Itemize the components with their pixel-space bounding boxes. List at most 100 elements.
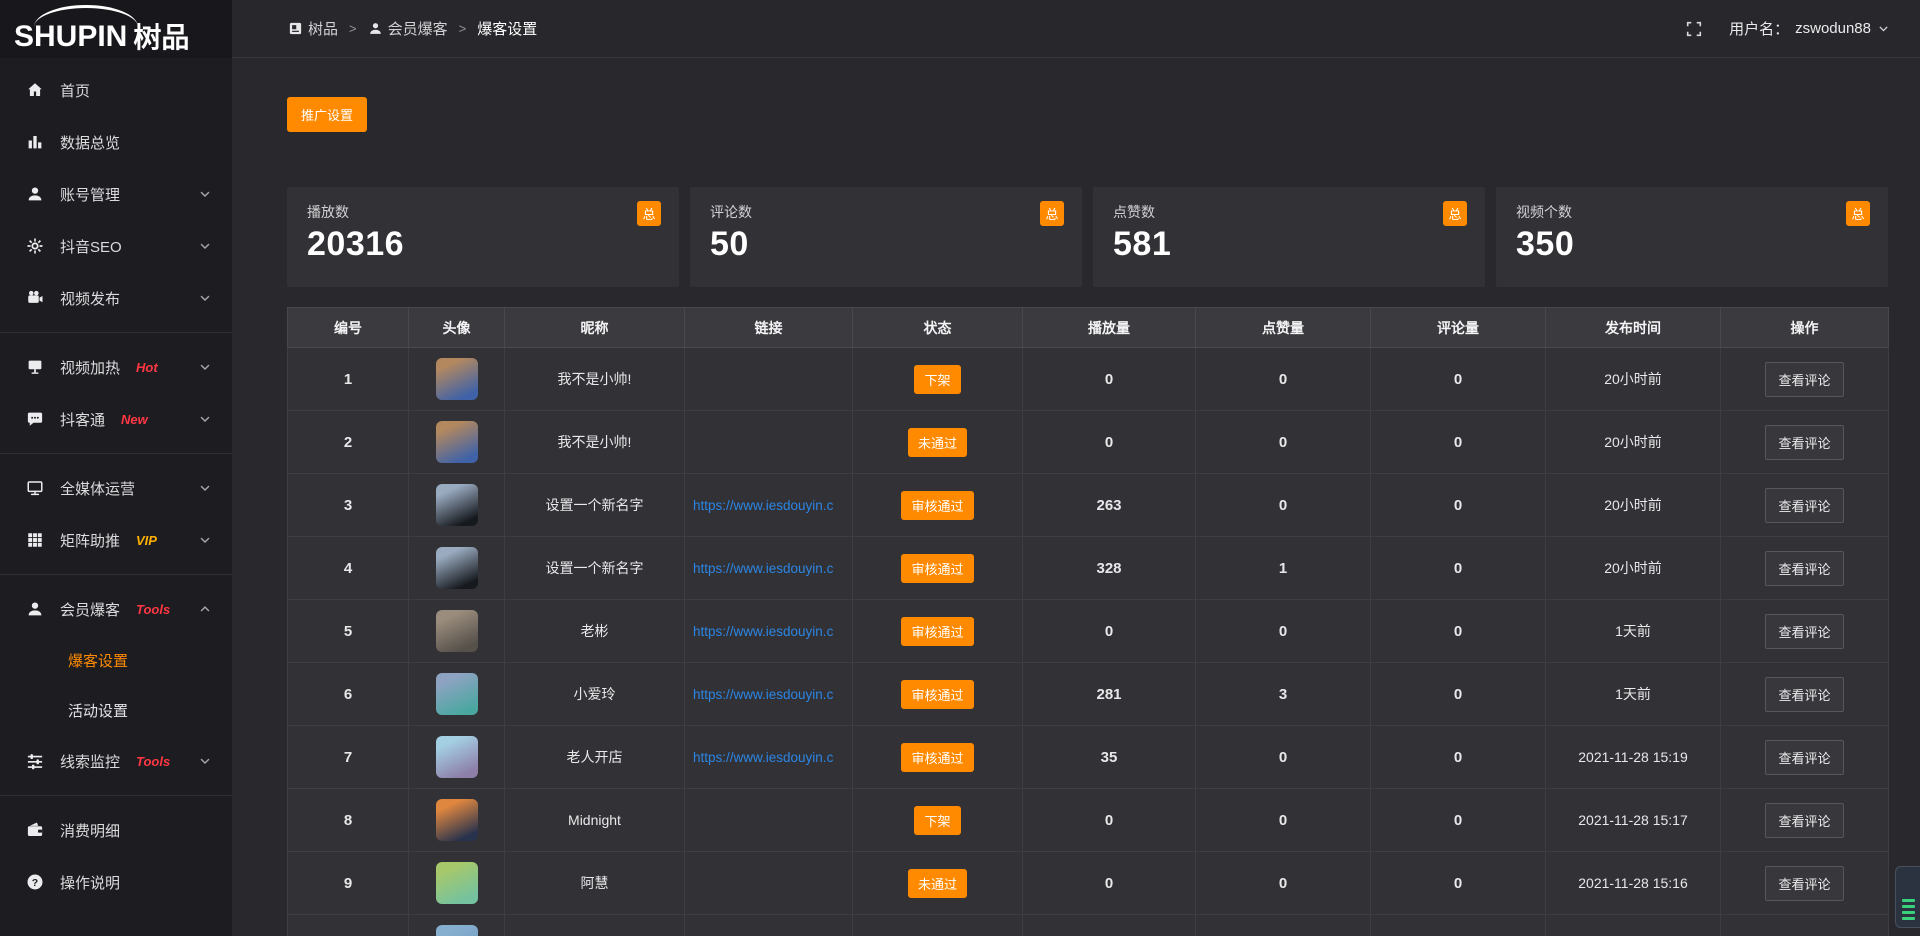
sidebar-item[interactable]: 线索监控Tools [0, 735, 232, 787]
view-comments-button[interactable]: 查看评论 [1765, 425, 1843, 460]
sidebar-item[interactable]: 矩阵助推VIP [0, 514, 232, 566]
sidebar-item-label: 视频发布 [60, 288, 120, 309]
header-right: 用户名： zswodun88 [1685, 18, 1890, 39]
table-row [288, 915, 1889, 936]
monitor-icon [26, 479, 44, 497]
sliders-icon [26, 752, 44, 770]
comments-cell: 0 [1371, 852, 1546, 915]
comments-cell [1371, 915, 1546, 936]
sidebar-item[interactable]: 视频发布 [0, 272, 232, 324]
sidebar-subitem[interactable]: 爆客设置 [0, 635, 232, 685]
sidebar-item-label: 抖音SEO [60, 236, 122, 257]
sidebar-item[interactable]: 首页 [0, 64, 232, 116]
action-cell: 查看评论 [1721, 474, 1889, 537]
nickname-cell: 我不是小帅! [505, 411, 685, 474]
view-comments-button[interactable]: 查看评论 [1765, 551, 1843, 586]
likes-cell: 0 [1196, 411, 1371, 474]
sidebar-item[interactable]: 会员爆客Tools [0, 583, 232, 635]
view-comments-button[interactable]: 查看评论 [1765, 803, 1843, 838]
logo-text-cn: 树品 [133, 24, 189, 52]
sidebar: SHUPIN 树品 首页数据总览账号管理抖音SEO 视频发布视频加热Hot抖客通N… [0, 0, 232, 936]
sidebar-item[interactable]: 视频加热Hot [0, 341, 232, 393]
stat-total-badge: 总 [1846, 201, 1870, 226]
table-column-header: 点赞量 [1196, 308, 1371, 348]
view-comments-button[interactable]: 查看评论 [1765, 740, 1843, 775]
plays-cell: 0 [1023, 789, 1196, 852]
sidebar-item-label: 线索监控 [60, 751, 120, 772]
action-cell: 查看评论 [1721, 348, 1889, 411]
table-column-header: 评论量 [1371, 308, 1546, 348]
sidebar-item-label: 全媒体运营 [60, 478, 135, 499]
comments-cell: 0 [1371, 348, 1546, 411]
plays-cell: 0 [1023, 600, 1196, 663]
table-row: 1我不是小帅!下架00020小时前查看评论 [288, 348, 1889, 411]
status-badge: 审核通过 [901, 617, 973, 646]
row-number-cell: 9 [288, 852, 409, 915]
sidebar-item[interactable]: 全媒体运营 [0, 462, 232, 514]
sidebar-item[interactable]: 抖客通New [0, 393, 232, 445]
avatar-cell [409, 789, 505, 852]
stat-value: 20316 [307, 225, 659, 264]
sidebar-item[interactable]: 数据总览 [0, 116, 232, 168]
action-cell [1721, 915, 1889, 936]
publish-time-cell: 20小时前 [1546, 537, 1721, 600]
sidebar-subitem[interactable]: 活动设置 [0, 685, 232, 735]
publish-time-cell: 1天前 [1546, 663, 1721, 726]
sidebar-item[interactable]: ?操作说明 [0, 856, 232, 908]
sidebar-divider [0, 332, 232, 333]
stat-label: 评论数 [710, 202, 1062, 222]
likes-cell: 0 [1196, 474, 1371, 537]
app-logo[interactable]: SHUPIN 树品 [0, 0, 232, 58]
top-header: 树品>会员爆客>爆客设置 用户名： zswodun88 [232, 0, 1920, 58]
sidebar-item-badge: Tools [136, 602, 170, 617]
publish-time-cell: 20小时前 [1546, 411, 1721, 474]
video-link[interactable]: https://www.iesdouyin.c [685, 498, 852, 513]
publish-time-cell: 20小时前 [1546, 474, 1721, 537]
breadcrumb-item[interactable]: 会员爆客 [368, 18, 448, 39]
action-cell: 查看评论 [1721, 789, 1889, 852]
link-cell [685, 348, 853, 411]
chevron-down-icon [198, 360, 212, 374]
sidebar-item[interactable]: 抖音SEO [0, 220, 232, 272]
row-number-cell [288, 915, 409, 936]
floating-widget[interactable] [1895, 866, 1920, 928]
table-column-header: 链接 [685, 308, 853, 348]
user-menu[interactable]: 用户名： zswodun88 [1729, 18, 1890, 39]
comments-cell: 0 [1371, 411, 1546, 474]
nickname-cell: 我不是小帅! [505, 348, 685, 411]
fullscreen-icon[interactable] [1685, 20, 1703, 38]
nickname-cell: Midnight [505, 789, 685, 852]
videos-table: 编号头像昵称链接状态播放量点赞量评论量发布时间操作 1我不是小帅!下架00020… [287, 307, 1889, 936]
video-link[interactable]: https://www.iesdouyin.c [685, 561, 852, 576]
sidebar-item[interactable]: 消费明细 [0, 804, 232, 856]
avatar [436, 925, 478, 936]
breadcrumb-item[interactable]: 爆客设置 [477, 18, 537, 39]
avatar [436, 673, 478, 715]
promo-settings-button[interactable]: 推广设置 [287, 97, 367, 132]
view-comments-button[interactable]: 查看评论 [1765, 362, 1843, 397]
sidebar-item-label: 抖客通 [60, 409, 105, 430]
view-comments-button[interactable]: 查看评论 [1765, 677, 1843, 712]
view-comments-button[interactable]: 查看评论 [1765, 866, 1843, 901]
video-link[interactable]: https://www.iesdouyin.c [685, 687, 852, 702]
status-cell: 下架 [853, 789, 1023, 852]
chevron-up-icon [198, 602, 212, 616]
likes-cell: 1 [1196, 537, 1371, 600]
view-comments-button[interactable]: 查看评论 [1765, 488, 1843, 523]
avatar-cell [409, 348, 505, 411]
table-row: 6小爱玲https://www.iesdouyin.c审核通过281301天前查… [288, 663, 1889, 726]
view-comments-button[interactable]: 查看评论 [1765, 614, 1843, 649]
comments-cell: 0 [1371, 663, 1546, 726]
status-cell: 下架 [853, 348, 1023, 411]
nickname-cell: 设置一个新名字 [505, 474, 685, 537]
sidebar-item-badge: VIP [136, 533, 157, 548]
comments-cell: 0 [1371, 474, 1546, 537]
link-cell: https://www.iesdouyin.c [685, 600, 853, 663]
video-link[interactable]: https://www.iesdouyin.c [685, 750, 852, 765]
widget-bar-decoration [1902, 905, 1915, 908]
video-link[interactable]: https://www.iesdouyin.c [685, 624, 852, 639]
breadcrumb-item[interactable]: 树品 [288, 18, 338, 39]
gear-icon [26, 237, 44, 255]
stat-value: 50 [710, 225, 1062, 264]
sidebar-item[interactable]: 账号管理 [0, 168, 232, 220]
